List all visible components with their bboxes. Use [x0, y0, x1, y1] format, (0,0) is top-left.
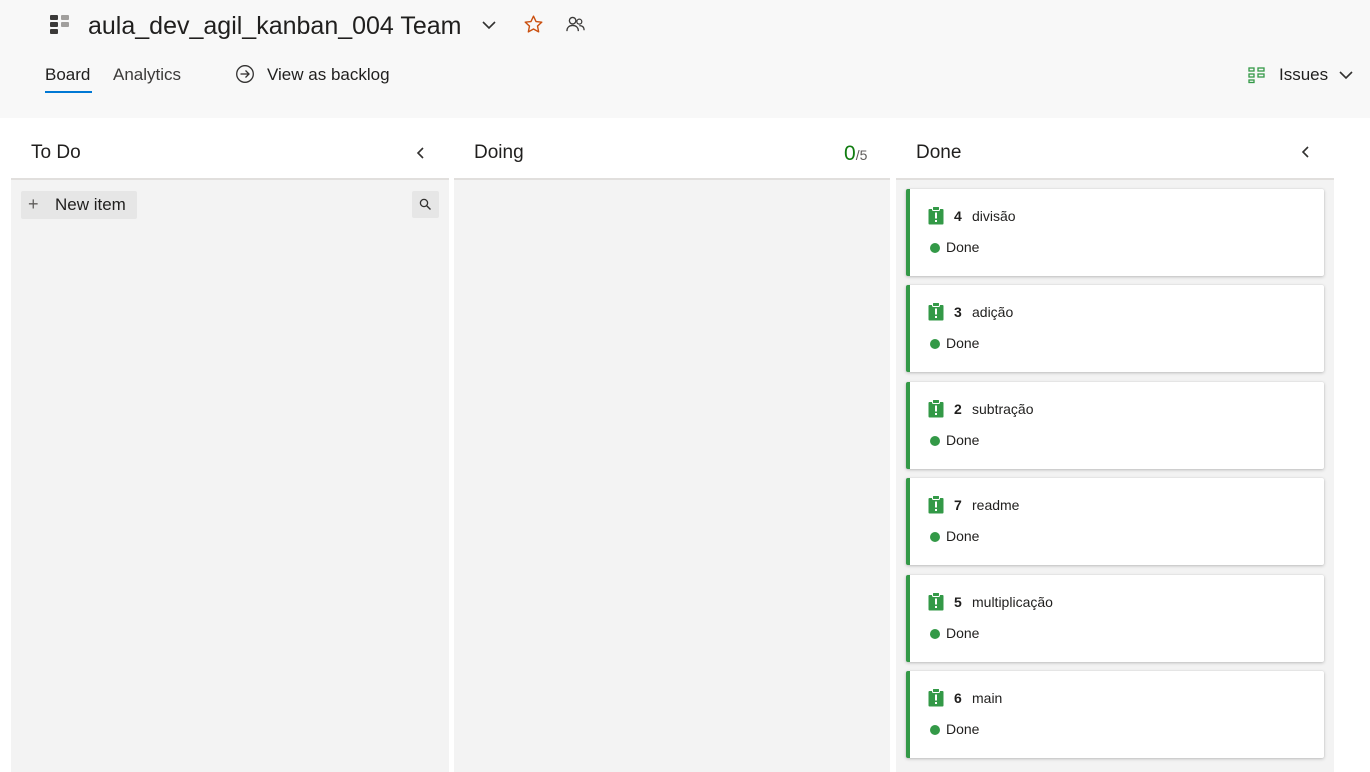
work-item-title[interactable]: multiplicação: [972, 593, 1053, 611]
work-item-state: Done: [946, 625, 980, 641]
column-title-doing: Doing: [474, 142, 524, 163]
new-item-button[interactable]: + New item: [21, 191, 137, 219]
state-indicator: [930, 436, 940, 446]
work-item-title[interactable]: readme: [972, 496, 1019, 514]
page-header: aula_dev_agil_kanban_004 Team Board Anal…: [0, 0, 1370, 118]
work-item-title[interactable]: adição: [972, 303, 1013, 321]
work-item-card[interactable]: 5 multiplicação Done: [906, 575, 1324, 662]
wip-limit-counter: 0/5: [844, 142, 867, 168]
work-item-id: 5: [954, 594, 962, 610]
column-search-button[interactable]: [412, 191, 439, 218]
work-item-state: Done: [946, 432, 980, 448]
work-item-id: 4: [954, 208, 962, 224]
column-title-todo: To Do: [31, 142, 81, 163]
column-header-done: [896, 118, 1334, 180]
work-item-card[interactable]: 3 adição Done: [906, 285, 1324, 372]
wip-current: 0: [844, 142, 856, 165]
work-item-title[interactable]: divisão: [972, 207, 1016, 225]
work-item-card[interactable]: 2 subtração Done: [906, 382, 1324, 469]
issue-icon: [928, 592, 944, 611]
issue-icon: [928, 399, 944, 418]
chevron-down-icon[interactable]: [480, 16, 498, 34]
team-board-icon: [50, 15, 69, 34]
work-item-state: Done: [946, 239, 980, 255]
tab-board-selected-indicator: [45, 91, 92, 93]
work-item-title[interactable]: main: [972, 689, 1002, 707]
state-indicator: [930, 532, 940, 542]
work-item-card[interactable]: 6 main Done: [906, 671, 1324, 758]
plus-icon: +: [28, 194, 39, 214]
new-item-label: New item: [55, 195, 126, 214]
view-as-backlog-link[interactable]: View as backlog: [267, 63, 390, 87]
work-item-title[interactable]: subtração: [972, 400, 1033, 418]
tab-analytics[interactable]: Analytics: [113, 63, 181, 87]
star-icon[interactable]: [523, 14, 544, 35]
column-body-todo: [11, 180, 449, 772]
tab-board[interactable]: Board: [45, 63, 90, 87]
issue-icon: [928, 688, 944, 707]
issue-icon: [928, 302, 944, 321]
arrow-circle-icon[interactable]: [235, 64, 255, 84]
people-icon[interactable]: [565, 14, 586, 35]
backlog-level-icon: [1248, 67, 1265, 84]
column-body-doing: [454, 180, 890, 772]
chevron-left-icon[interactable]: [1298, 144, 1314, 160]
work-item-state: Done: [946, 335, 980, 351]
backlog-level-selector[interactable]: Issues: [1279, 63, 1328, 87]
chevron-down-icon[interactable]: [1337, 66, 1355, 84]
work-item-id: 7: [954, 497, 962, 513]
work-item-state: Done: [946, 721, 980, 737]
work-item-state: Done: [946, 528, 980, 544]
state-indicator: [930, 629, 940, 639]
issue-icon: [928, 495, 944, 514]
work-item-id: 2: [954, 401, 962, 417]
issue-icon: [928, 206, 944, 225]
work-item-card[interactable]: 4 divisão Done: [906, 189, 1324, 276]
column-title-done: Done: [916, 142, 962, 163]
wip-limit: /5: [855, 147, 868, 163]
chevron-left-icon[interactable]: [413, 145, 429, 161]
team-title: aula_dev_agil_kanban_004 Team: [88, 12, 462, 40]
work-item-card[interactable]: 7 readme Done: [906, 478, 1324, 565]
work-item-id: 6: [954, 690, 962, 706]
state-indicator: [930, 243, 940, 253]
state-indicator: [930, 339, 940, 349]
search-icon: [419, 198, 431, 210]
state-indicator: [930, 725, 940, 735]
work-item-id: 3: [954, 304, 962, 320]
